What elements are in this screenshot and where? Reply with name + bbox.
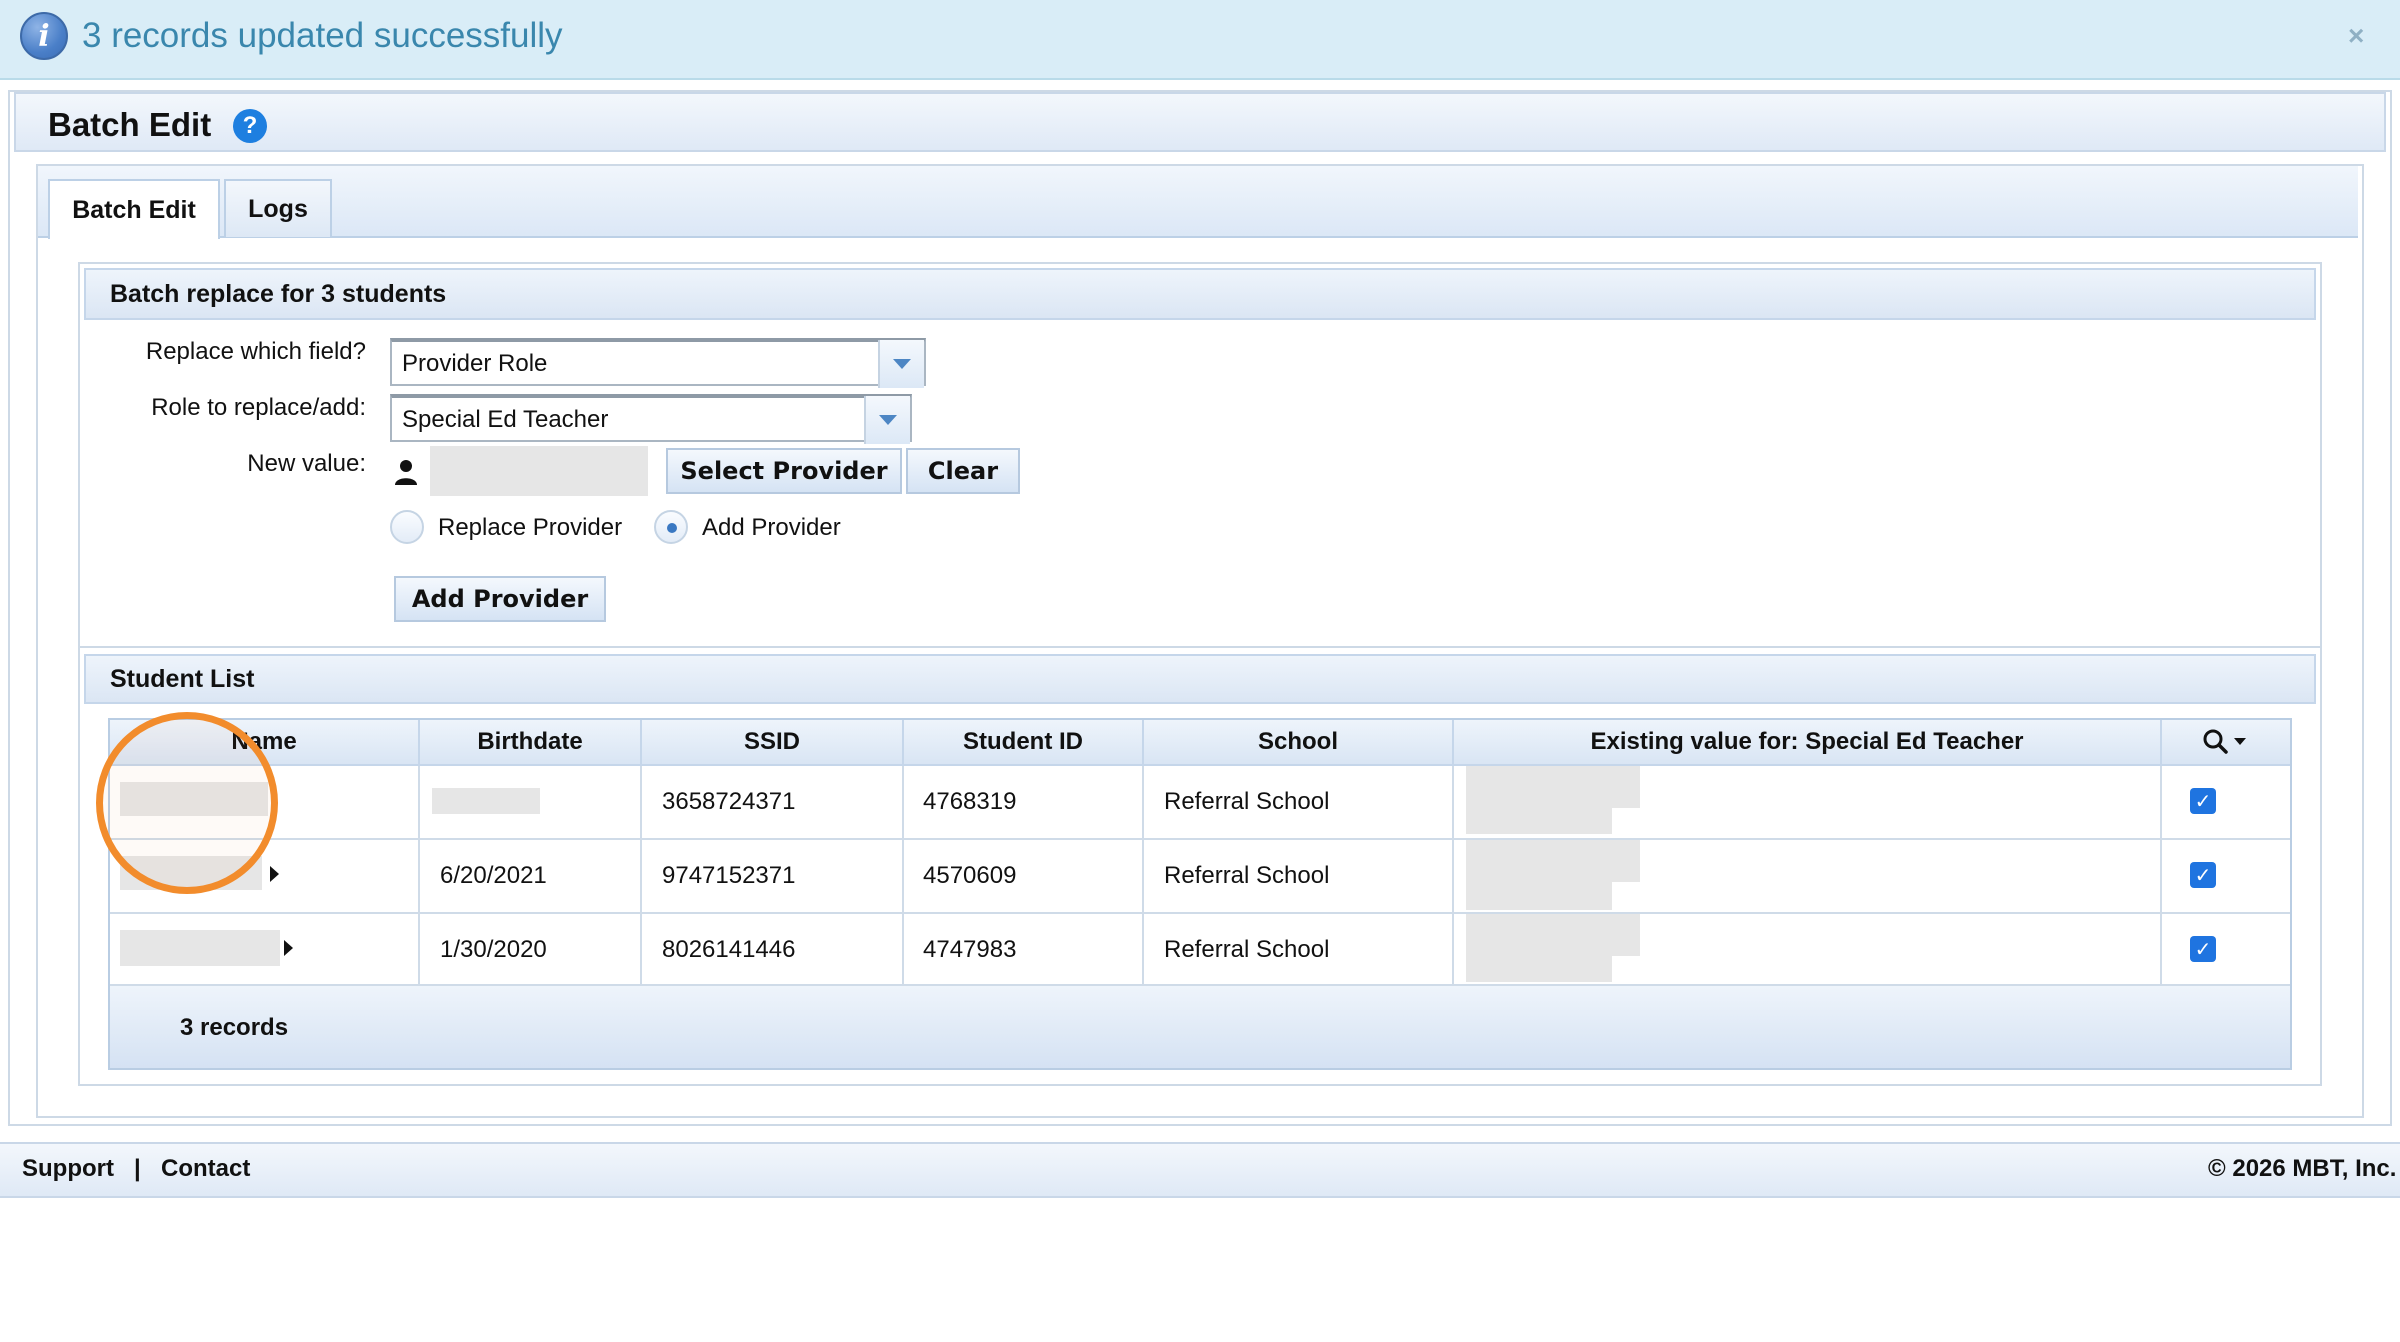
page-footer (0, 1142, 2400, 1198)
chevron-down-icon[interactable] (864, 396, 910, 444)
info-icon: i (20, 12, 68, 60)
student-id-cell: 4747983 (923, 936, 1017, 963)
replace-provider-radio[interactable] (390, 510, 424, 544)
column-header-student-id[interactable]: Student ID (904, 720, 1144, 766)
expand-arrow-icon[interactable] (284, 940, 293, 956)
school-cell: Referral School (1164, 936, 1330, 963)
column-header-school[interactable]: School (1144, 720, 1454, 766)
support-link[interactable]: Support (22, 1155, 114, 1183)
person-icon (395, 460, 417, 485)
column-divider (2160, 766, 2162, 986)
existing-value-redacted (1466, 882, 1612, 910)
student-id-cell: 4768319 (923, 788, 1017, 815)
role-label: Role to replace/add: (151, 394, 366, 421)
replace-provider-label[interactable]: Replace Provider (438, 514, 622, 542)
existing-value-redacted (1466, 914, 1640, 956)
add-provider-radio[interactable] (654, 510, 688, 544)
column-header-existing-value[interactable]: Existing value for: Special Ed Teacher (1454, 720, 2162, 766)
tab-divider (38, 236, 2358, 238)
birthdate-cell: 1/30/2020 (440, 936, 547, 963)
birthdate-redacted (432, 788, 540, 814)
chevron-down-icon[interactable] (878, 340, 924, 388)
row-divider (110, 912, 2290, 914)
role-select[interactable]: Special Ed Teacher (390, 394, 912, 444)
grid-tools-menu[interactable] (2162, 720, 2290, 766)
row-select-checkbox[interactable]: ✓ (2190, 788, 2216, 814)
birthdate-cell: 6/20/2021 (440, 862, 547, 889)
footer-separator: | (134, 1155, 141, 1182)
clear-button[interactable]: Clear (906, 448, 1020, 494)
notification-message: 3 records updated successfully (82, 16, 563, 55)
record-count: 3 records (180, 1014, 289, 1041)
ssid-cell: 9747152371 (662, 862, 796, 889)
add-provider-button[interactable]: Add Provider (394, 576, 606, 622)
row-divider (110, 838, 2290, 840)
ssid-cell: 8026141446 (662, 936, 796, 963)
column-header-birthdate[interactable]: Birthdate (420, 720, 642, 766)
highlight-circle (96, 712, 278, 894)
select-provider-button[interactable]: Select Provider (666, 448, 902, 494)
column-divider (418, 766, 420, 986)
copyright: © 2026 MBT, Inc. (2208, 1155, 2397, 1182)
column-divider (1452, 766, 1454, 986)
panel-header (14, 92, 2386, 152)
row-select-checkbox[interactable]: ✓ (2190, 936, 2216, 962)
tab-batch-edit[interactable]: Batch Edit (48, 179, 220, 239)
replace-field-label: Replace which field? (145, 338, 366, 365)
column-header-ssid[interactable]: SSID (642, 720, 904, 766)
role-value: Special Ed Teacher (402, 406, 609, 433)
school-cell: Referral School (1164, 788, 1330, 815)
ssid-cell: 3658724371 (662, 788, 796, 815)
add-provider-label[interactable]: Add Provider (702, 514, 841, 542)
tab-logs[interactable]: Logs (224, 179, 332, 237)
table-footer (110, 986, 2290, 1068)
column-divider (1142, 766, 1144, 986)
column-divider (902, 766, 904, 986)
search-icon[interactable] (2202, 728, 2250, 756)
student-list-header: Student List (84, 654, 2316, 704)
batch-replace-header: Batch replace for 3 students (84, 268, 2316, 320)
expand-arrow-icon[interactable] (270, 866, 279, 882)
help-icon[interactable]: ? (233, 109, 267, 143)
contact-link[interactable]: Contact (161, 1155, 250, 1183)
tab-strip (38, 166, 2358, 238)
student-id-cell: 4570609 (923, 862, 1017, 889)
success-notification: i 3 records updated successfully × (0, 0, 2400, 80)
replace-field-value: Provider Role (402, 350, 548, 377)
page-title: Batch Edit (48, 106, 212, 143)
column-divider (640, 766, 642, 986)
school-cell: Referral School (1164, 862, 1330, 889)
provider-name-redacted (430, 446, 648, 496)
existing-value-redacted (1466, 840, 1640, 882)
existing-value-redacted (1466, 808, 1612, 834)
new-value-label: New value: (247, 450, 366, 477)
close-icon[interactable]: × (2348, 20, 2364, 52)
existing-value-redacted (1466, 766, 1640, 808)
student-name-redacted[interactable] (120, 930, 280, 966)
row-select-checkbox[interactable]: ✓ (2190, 862, 2216, 888)
replace-field-select[interactable]: Provider Role (390, 338, 926, 388)
existing-value-redacted (1466, 956, 1612, 982)
